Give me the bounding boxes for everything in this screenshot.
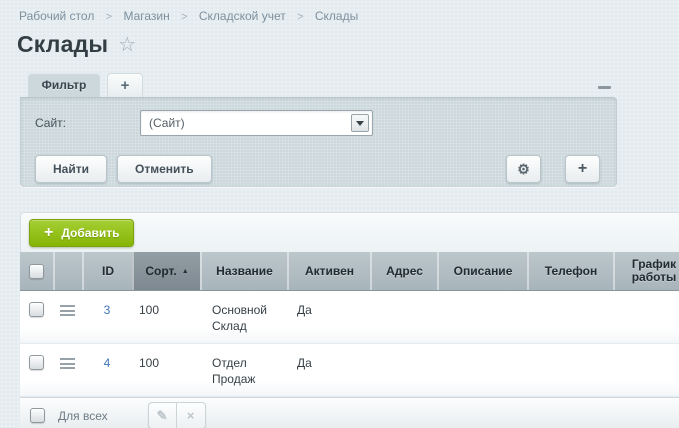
for-all-label: Для всех bbox=[58, 409, 108, 423]
edit-selected-button[interactable]: ✎ bbox=[148, 402, 177, 428]
table-row: 3 100 Основной Склад Да bbox=[20, 291, 679, 344]
filter-panel-body: Сайт: (Сайт) Найти Отменить ⚙ + bbox=[20, 97, 617, 187]
cell-description bbox=[437, 344, 527, 396]
breadcrumb-item-warehouses[interactable]: Склады bbox=[315, 9, 358, 23]
breadcrumb-item-desktop[interactable]: Рабочий стол bbox=[19, 9, 94, 23]
chevron-down-icon[interactable] bbox=[351, 114, 369, 132]
breadcrumb-item-inventory[interactable]: Складской учет bbox=[199, 9, 286, 23]
warehouse-id-link[interactable]: 4 bbox=[104, 356, 111, 370]
filter-tabs: Фильтр + bbox=[20, 73, 617, 97]
warehouse-id-link[interactable]: 3 bbox=[104, 303, 111, 317]
site-field-row: Сайт: (Сайт) bbox=[35, 110, 373, 136]
filter-buttons-row: Найти Отменить ⚙ + bbox=[35, 155, 600, 183]
page-title: Склады bbox=[17, 31, 108, 58]
row-checkbox[interactable] bbox=[29, 302, 44, 317]
row-menu-header-cell bbox=[53, 252, 82, 290]
site-select-value: (Сайт) bbox=[141, 111, 372, 135]
cell-description bbox=[437, 291, 527, 343]
select-all-checkbox[interactable] bbox=[29, 264, 44, 279]
cell-active: Да bbox=[287, 291, 370, 343]
select-all-header-cell bbox=[20, 252, 53, 290]
column-header-sort-label: Сорт. bbox=[145, 265, 176, 278]
breadcrumb-item-shop[interactable]: Магазин bbox=[123, 9, 169, 23]
gear-icon: ⚙ bbox=[517, 161, 530, 178]
filter-settings-button[interactable]: ⚙ bbox=[506, 155, 541, 183]
breadcrumb: Рабочий стол > Магазин > Складской учет … bbox=[19, 9, 358, 23]
warehouses-grid: + Добавить ID Сорт. ▲ Название Активен А… bbox=[20, 212, 679, 428]
cell-name: Основной Склад bbox=[200, 291, 287, 343]
column-header-id[interactable]: ID bbox=[82, 252, 132, 290]
column-header-schedule[interactable]: График работы bbox=[613, 252, 679, 290]
favorite-star-icon[interactable]: ☆ bbox=[118, 35, 136, 55]
cancel-button[interactable]: Отменить bbox=[117, 155, 212, 183]
delete-icon: × bbox=[187, 409, 195, 422]
select-all-footer-checkbox[interactable] bbox=[30, 408, 45, 423]
find-button[interactable]: Найти bbox=[35, 155, 107, 183]
cell-address bbox=[370, 344, 437, 396]
site-label: Сайт: bbox=[35, 116, 140, 130]
filter-panel: Фильтр + Сайт: (Сайт) Найти Отменить ⚙ bbox=[20, 73, 617, 187]
collapse-filter-icon[interactable] bbox=[598, 86, 611, 89]
add-warehouse-label: Добавить bbox=[61, 226, 119, 240]
cell-active: Да bbox=[287, 344, 370, 396]
breadcrumb-separator: > bbox=[181, 11, 187, 23]
column-header-name[interactable]: Название bbox=[200, 252, 287, 290]
plus-icon: + bbox=[121, 77, 130, 94]
breadcrumb-separator: > bbox=[106, 11, 112, 23]
delete-selected-button[interactable]: × bbox=[177, 402, 206, 428]
row-checkbox[interactable] bbox=[29, 355, 44, 370]
column-header-active[interactable]: Активен bbox=[287, 252, 370, 290]
plus-icon: + bbox=[578, 161, 587, 177]
tab-filter[interactable]: Фильтр bbox=[28, 73, 100, 97]
cell-phone bbox=[527, 344, 613, 396]
cell-name: Отдел Продаж bbox=[200, 344, 287, 396]
bulk-actions-group: ✎ × bbox=[148, 402, 206, 428]
column-header-phone[interactable]: Телефон bbox=[527, 252, 613, 290]
grid-header-row: ID Сорт. ▲ Название Активен Адрес Описан… bbox=[20, 252, 679, 291]
grid-toolbar: + Добавить bbox=[20, 212, 679, 252]
cell-address bbox=[370, 291, 437, 343]
column-header-sort[interactable]: Сорт. ▲ bbox=[132, 252, 200, 290]
add-warehouse-button[interactable]: + Добавить bbox=[29, 219, 134, 247]
table-row: 4 100 Отдел Продаж Да bbox=[20, 344, 679, 397]
breadcrumb-separator: > bbox=[297, 11, 303, 23]
warehouses-page: Рабочий стол > Магазин > Складской учет … bbox=[0, 0, 679, 428]
cell-sort: 100 bbox=[132, 291, 200, 343]
column-header-description[interactable]: Описание bbox=[437, 252, 527, 290]
row-menu-icon[interactable] bbox=[60, 305, 75, 316]
column-header-address[interactable]: Адрес bbox=[370, 252, 437, 290]
grid-footer: Для всех ✎ × bbox=[20, 397, 679, 428]
cell-schedule bbox=[613, 291, 679, 343]
cell-phone bbox=[527, 291, 613, 343]
row-menu-icon[interactable] bbox=[60, 358, 75, 369]
add-filter-tab-button[interactable]: + bbox=[107, 73, 143, 97]
title-row: Склады ☆ bbox=[17, 31, 136, 58]
filter-actions: ⚙ + bbox=[506, 155, 600, 183]
site-select[interactable]: (Сайт) bbox=[140, 110, 373, 136]
filter-add-field-button[interactable]: + bbox=[565, 155, 600, 183]
edit-icon: ✎ bbox=[157, 409, 168, 422]
cell-schedule bbox=[613, 344, 679, 396]
cell-sort: 100 bbox=[132, 344, 200, 396]
plus-icon: + bbox=[44, 225, 53, 241]
sort-asc-icon: ▲ bbox=[182, 265, 189, 278]
